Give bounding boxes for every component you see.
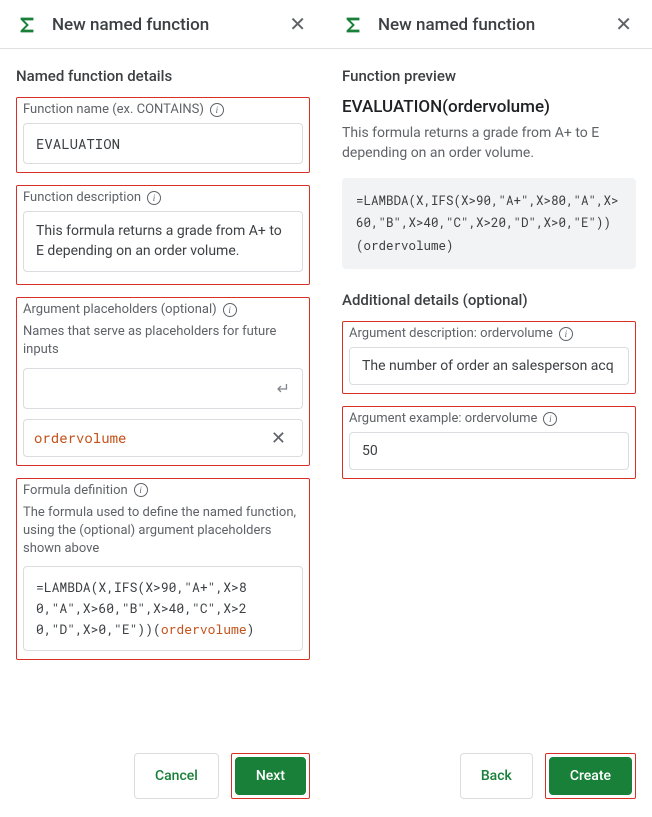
footer: Cancel Next (0, 741, 326, 817)
formula-definition-input[interactable]: =LAMBDA(X,IFS(X>90,"A+",X>80,"A",X>60,"B… (23, 566, 303, 650)
formula-definition-label: Formula definition i (23, 483, 303, 498)
function-description-group: Function description i (16, 185, 310, 285)
argument-chip-label: ordervolume (34, 428, 126, 447)
info-icon[interactable]: i (147, 191, 161, 205)
panel-header: New named function ✕ (326, 0, 652, 49)
argument-description-input[interactable] (349, 347, 629, 385)
argument-placeholders-group: Argument placeholders (optional) i Names… (16, 297, 310, 465)
sigma-icon (16, 14, 38, 36)
footer: Back Create (326, 741, 652, 817)
panel-body: Function preview EVALUATION(ordervolume)… (326, 49, 652, 741)
enter-icon: ↵ (277, 379, 290, 398)
left-panel: New named function ✕ Named function deta… (0, 0, 326, 817)
next-button-highlight: Next (231, 753, 310, 799)
info-icon[interactable]: i (223, 303, 237, 317)
argument-placeholders-label: Argument placeholders (optional) i (23, 302, 303, 317)
argument-example-label: Argument example: ordervolume i (349, 411, 629, 426)
panel-header: New named function ✕ (0, 0, 326, 49)
formula-definition-sublabel: The formula used to define the named fun… (23, 504, 303, 559)
close-icon[interactable]: ✕ (285, 15, 310, 35)
info-icon[interactable]: i (559, 327, 573, 341)
panel-body: Named function details Function name (ex… (0, 49, 326, 741)
preview-description: This formula returns a grade from A+ to … (342, 123, 636, 164)
next-button[interactable]: Next (235, 757, 306, 795)
formula-definition-group: Formula definition i The formula used to… (16, 478, 310, 660)
close-icon[interactable]: ✕ (611, 15, 636, 35)
create-button[interactable]: Create (549, 757, 632, 795)
function-name-group: Function name (ex. CONTAINS) i (16, 97, 310, 173)
argument-example-group: Argument example: ordervolume i (342, 406, 636, 479)
preview-function-signature: EVALUATION(ordervolume) (342, 97, 636, 117)
preview-formula-code: =LAMBDA(X,IFS(X>90,"A+",X>80,"A",X>60,"B… (342, 178, 636, 270)
argument-description-group: Argument description: ordervolume i (342, 321, 636, 394)
argument-placeholders-sublabel: Names that serve as placeholders for fut… (23, 323, 303, 359)
section-heading: Function preview (342, 67, 636, 85)
panel-title: New named function (378, 15, 611, 35)
info-icon[interactable]: i (210, 103, 224, 117)
function-description-input[interactable] (23, 211, 303, 272)
argument-example-input[interactable] (349, 432, 629, 470)
info-icon[interactable]: i (134, 483, 148, 497)
sigma-icon (342, 14, 364, 36)
info-icon[interactable]: i (543, 412, 557, 426)
back-button[interactable]: Back (460, 753, 533, 799)
right-panel: New named function ✕ Function preview EV… (326, 0, 652, 817)
additional-details-heading: Additional details (optional) (342, 291, 636, 309)
section-heading: Named function details (16, 67, 310, 85)
argument-chip[interactable]: ordervolume ✕ (23, 419, 303, 457)
argument-description-label: Argument description: ordervolume i (349, 326, 629, 341)
argument-placeholder-input[interactable]: ↵ (23, 368, 303, 409)
function-description-label: Function description i (23, 190, 303, 205)
remove-chip-icon[interactable]: ✕ (265, 428, 292, 448)
function-name-label: Function name (ex. CONTAINS) i (23, 102, 303, 117)
cancel-button[interactable]: Cancel (134, 753, 219, 799)
function-name-input[interactable] (23, 123, 303, 164)
panel-title: New named function (52, 15, 285, 35)
create-button-highlight: Create (545, 753, 636, 799)
